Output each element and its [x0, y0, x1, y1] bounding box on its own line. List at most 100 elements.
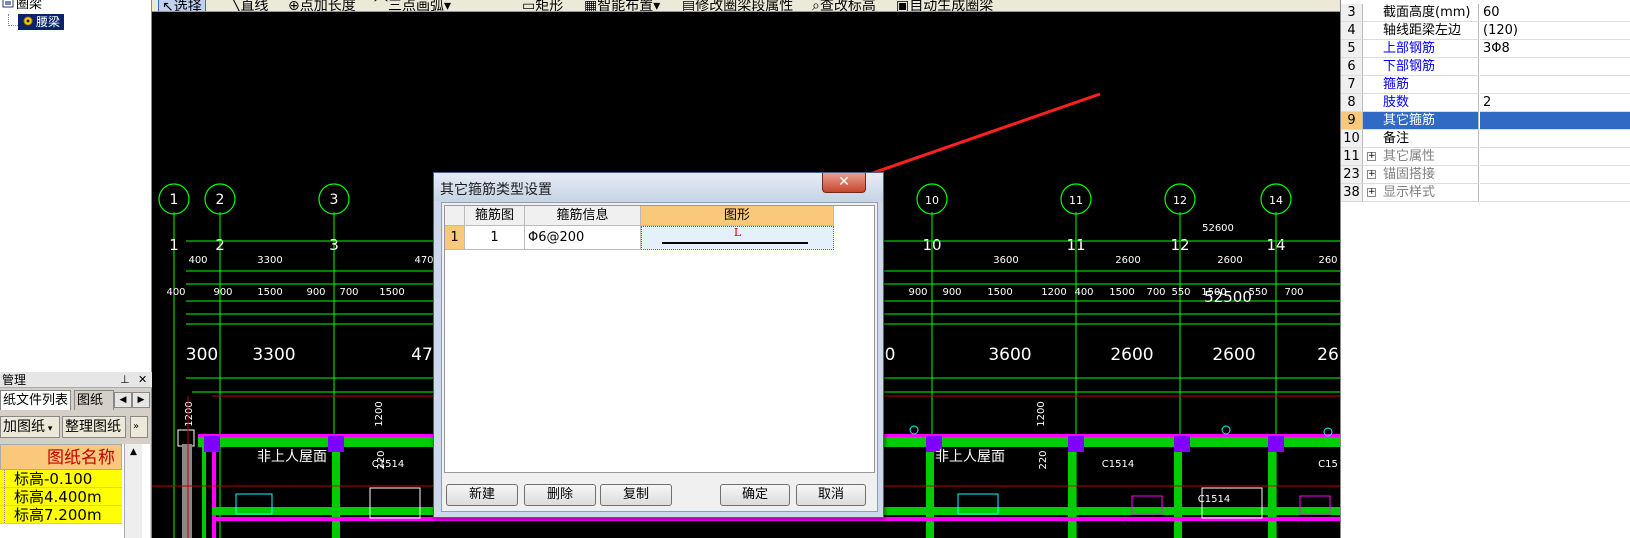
delete-button[interactable]: 删除 — [524, 484, 596, 506]
property-value[interactable] — [1480, 184, 1630, 202]
property-name-text: 下部钢筋 — [1383, 59, 1436, 74]
vertical-scrollbar[interactable]: ▲ — [124, 444, 142, 538]
new-button[interactable]: 新建 — [446, 484, 518, 506]
dialog-title: 其它箍筋类型设置 — [440, 182, 552, 198]
property-name-text: 其它箍筋 — [1383, 113, 1436, 128]
property-value[interactable]: 2 — [1480, 94, 1630, 112]
dimension-label: 550 — [1171, 287, 1190, 298]
vertical-dimension: 1200 — [1036, 401, 1047, 426]
gear-icon — [22, 15, 34, 27]
tree-node-ring-beam[interactable]: 圈梁 — [2, 0, 42, 13]
smart-layout-button[interactable]: ▦智能布置▾ — [584, 0, 660, 11]
copy-button[interactable]: 复制 — [600, 484, 672, 506]
dimension-label: 47 — [411, 345, 433, 365]
three-point-arc-tool-button[interactable]: ⌒三点画弧▾ — [374, 0, 451, 11]
property-name: 其它箍筋 — [1363, 112, 1479, 130]
property-name-text: 其它属性 — [1383, 149, 1436, 164]
property-name: 备注 — [1363, 130, 1479, 148]
point-length-tool-button[interactable]: ⊕点加长度 — [288, 0, 356, 11]
list-item[interactable]: 标高4.400m — [0, 488, 122, 506]
chevron-up-icon[interactable]: ▲ — [125, 444, 142, 460]
expand-icon[interactable]: + — [1367, 152, 1376, 161]
property-value[interactable]: (120) — [1480, 22, 1630, 40]
column-header-figure[interactable]: 箍筋图 — [465, 206, 525, 226]
property-name-text: 备注 — [1383, 131, 1410, 146]
property-row[interactable]: 9 其它箍筋 — [1341, 112, 1630, 130]
shape-cell[interactable]: L — [641, 226, 834, 250]
chevron-right-icon[interactable]: ▶ — [132, 392, 150, 408]
property-row-number: 11 — [1341, 148, 1363, 166]
property-row[interactable]: 23 + 锚固搭接 — [1341, 166, 1630, 184]
property-value[interactable] — [1480, 76, 1630, 94]
dialog-title-bar[interactable]: 其它箍筋类型设置 — [434, 173, 883, 201]
select-tool-button[interactable]: ↖选择 — [158, 0, 206, 11]
column-header-info[interactable]: 箍筋信息 — [525, 206, 641, 226]
folder-icon — [2, 0, 14, 9]
dimension-label: 260 — [1318, 255, 1337, 266]
close-icon[interactable]: ✕ — [138, 372, 147, 388]
auto-generate-ring-beam-button[interactable]: ▣自动生成圈梁 — [896, 0, 993, 11]
tool-label: 直线 — [240, 0, 269, 12]
property-value[interactable]: 3Φ8 — [1480, 40, 1630, 58]
property-name-text: 截面高度(mm) — [1383, 5, 1471, 20]
property-name-text: 上部钢筋 — [1383, 41, 1436, 56]
dimension-label: 400 — [188, 255, 207, 266]
property-row[interactable]: 38 + 显示样式 — [1341, 184, 1630, 202]
figure-cell[interactable]: 1 — [465, 226, 525, 250]
property-row[interactable]: 10 备注 — [1341, 130, 1630, 148]
ok-button[interactable]: 确定 — [720, 484, 790, 506]
expand-icon[interactable]: + — [1367, 188, 1376, 197]
close-button[interactable]: ✕ — [822, 173, 866, 193]
axis-row-label: 2 — [215, 236, 225, 254]
axis-bubble-label: 14 — [1269, 194, 1283, 207]
property-row-number: 7 — [1341, 76, 1363, 94]
list-item[interactable]: 标高7.200m — [0, 506, 122, 524]
organize-drawings-button[interactable]: 整理图纸 — [62, 416, 126, 438]
property-value[interactable] — [1480, 148, 1630, 166]
property-row[interactable]: 11 + 其它属性 — [1341, 148, 1630, 166]
property-row[interactable]: 5 上部钢筋 3Φ8 — [1341, 40, 1630, 58]
tab-file-list[interactable]: 纸文件列表 — [0, 390, 72, 410]
property-value[interactable] — [1480, 112, 1630, 130]
row-number[interactable]: 1 — [445, 226, 465, 250]
property-row-number: 23 — [1341, 166, 1363, 184]
cancel-button[interactable]: 取消 — [796, 484, 866, 506]
dimension-label: 3300 — [252, 345, 295, 365]
tree-node-waist-beam[interactable]: 腰梁 — [18, 14, 65, 30]
property-value[interactable] — [1480, 58, 1630, 76]
property-row[interactable]: 8 肢数 2 — [1341, 94, 1630, 112]
add-drawing-button[interactable]: 加图纸 ▾ — [0, 416, 60, 438]
expand-icon[interactable]: + — [1367, 170, 1376, 179]
property-value[interactable] — [1480, 130, 1630, 148]
dimension-label: 2600 — [1115, 255, 1140, 266]
line-tool-button[interactable]: ╲直线 — [232, 0, 269, 12]
column-header-drawing-name[interactable]: 图纸名称 — [0, 444, 122, 470]
axis-row-label: 1 — [169, 236, 179, 254]
property-row[interactable]: 6 下部钢筋 — [1341, 58, 1630, 76]
pin-icon[interactable]: ⊥ — [120, 372, 130, 388]
axis-bubble-label: 2 — [216, 192, 225, 208]
tab-drawing-floor[interactable]: 图纸楼 — [74, 390, 114, 410]
property-value[interactable] — [1480, 166, 1630, 184]
stirrup-info-cell[interactable]: Φ6@200 — [525, 226, 641, 250]
rectangle-tool-button[interactable]: ▭矩形 — [522, 0, 563, 11]
drawing-list-table: 图纸名称 标高-0.100 标高4.400m 标高7.200m ▲ — [0, 444, 150, 538]
property-row[interactable]: 4 轴线距梁左边 (120) — [1341, 22, 1630, 40]
property-row[interactable]: 3 截面高度(mm) 60 — [1341, 4, 1630, 22]
dimension-label: 2600 — [1217, 255, 1242, 266]
dimension-label: 2600 — [1212, 345, 1255, 365]
tree-node-label: 腰梁 — [36, 15, 61, 29]
add-drawing-label: 加图纸 — [3, 419, 45, 435]
chevron-left-icon[interactable]: ◀ — [114, 392, 132, 408]
more-icon[interactable]: » — [130, 416, 148, 438]
dimension-label: 700 — [1146, 287, 1165, 298]
modify-ring-beam-button[interactable]: ▤修改圈梁段属性 — [682, 0, 793, 11]
property-row[interactable]: 7 箍筋 — [1341, 76, 1630, 94]
vertical-dimension: 1200 — [184, 401, 195, 426]
property-value[interactable]: 60 — [1480, 4, 1630, 22]
property-name-text: 肢数 — [1383, 95, 1410, 110]
check-elevation-button[interactable]: ⌕查改标高 — [812, 0, 876, 11]
list-item[interactable]: 标高-0.100 — [0, 470, 122, 488]
stirrup-table: 箍筋图 箍筋信息 图形 1 1 Φ6@200 L — [444, 205, 875, 473]
property-name: + 其它属性 — [1363, 148, 1479, 166]
